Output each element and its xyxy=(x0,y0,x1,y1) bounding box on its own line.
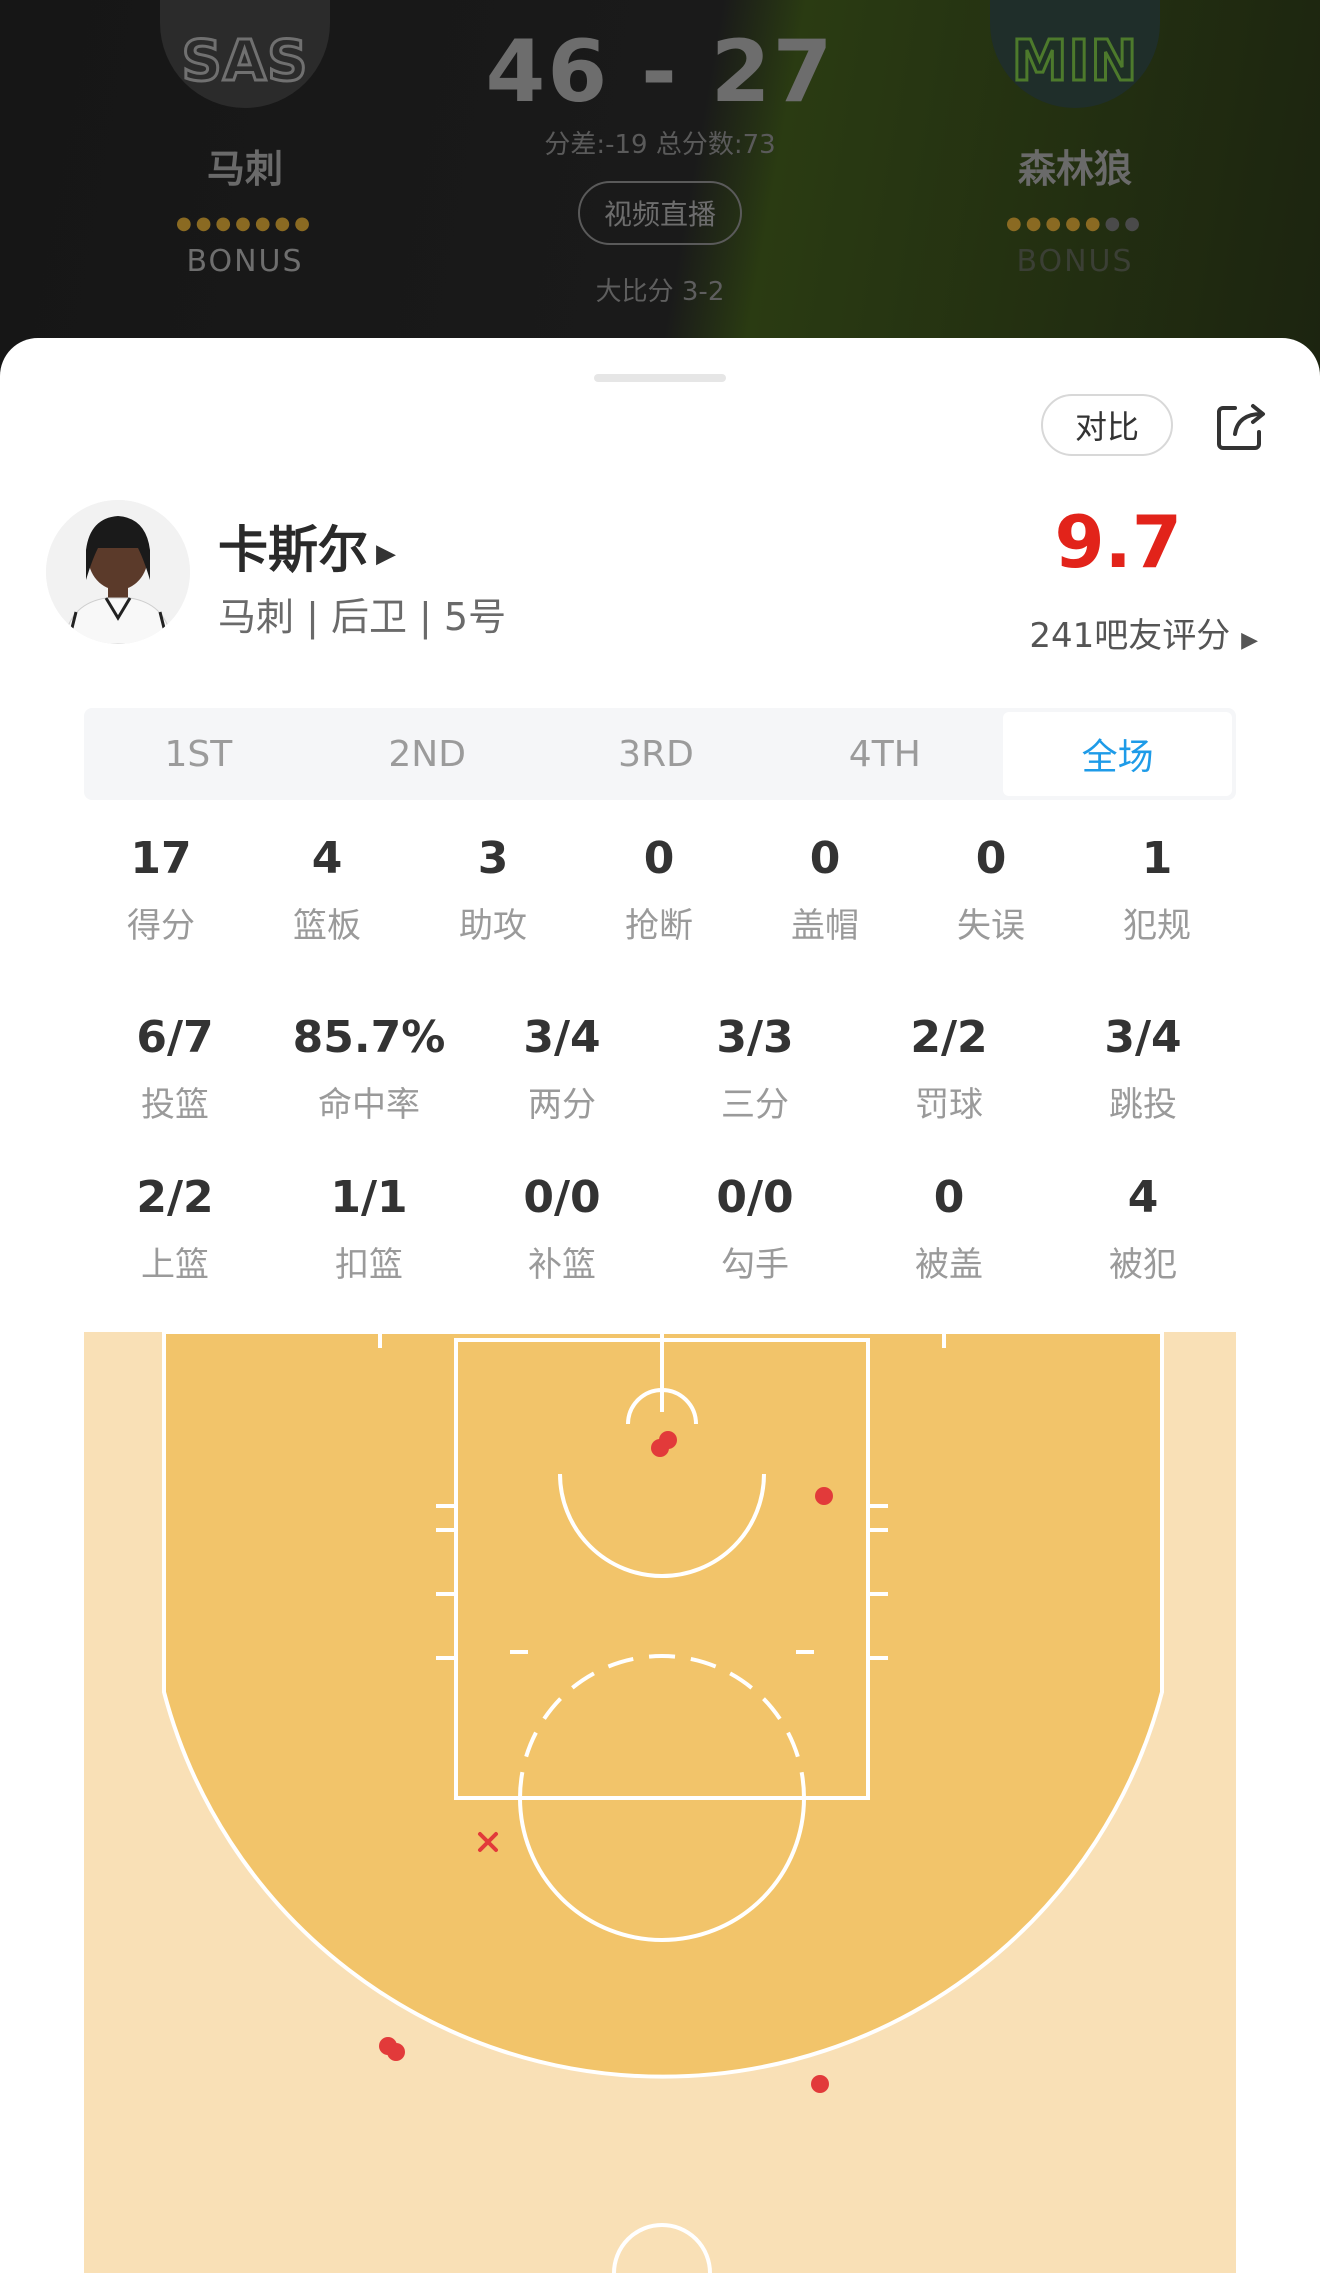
player-sheet: 对比 卡斯尔 ▶ 马刺 | 后卫 | 5号 9.7 241吧友评分 ▶ 1ST 2… xyxy=(0,338,1320,2273)
stat-2pt: 3/4 两分 xyxy=(523,1012,601,1125)
compare-button[interactable]: 对比 xyxy=(1041,394,1173,456)
stat-fg-pct: 85.7% 命中率 xyxy=(292,1012,446,1125)
shot-made xyxy=(815,1487,833,1505)
home-team[interactable]: SAS 马刺 ●●●●●●● BONUS xyxy=(95,0,395,279)
timberwolves-logo: MIN xyxy=(990,0,1160,108)
drag-handle[interactable] xyxy=(594,374,726,382)
rating-count-link[interactable]: 241吧友评分 ▶ xyxy=(1029,608,1258,657)
away-team[interactable]: MIN 森林狼 ●●●●●●● BONUS xyxy=(925,0,1225,279)
share-icon[interactable] xyxy=(1213,398,1269,454)
series-score: 大比分 3-2 xyxy=(595,277,725,307)
player-name[interactable]: 卡斯尔 ▶ xyxy=(218,510,396,582)
video-live-button[interactable]: 视频直播 xyxy=(577,181,742,245)
tab-3rd[interactable]: 3RD xyxy=(542,708,771,800)
stat-jumpers: 3/4 跳投 xyxy=(1104,1012,1182,1125)
shot-chart xyxy=(84,1332,1236,2273)
stat-turnovers: 0 失误 xyxy=(957,833,1025,946)
stat-blocked: 0 被盖 xyxy=(915,1172,983,1285)
player-rating: 9.7 xyxy=(1054,500,1182,584)
away-bonus: BONUS xyxy=(1016,244,1134,279)
stat-blocks: 0 盖帽 xyxy=(791,833,859,946)
score: 46 - 27 xyxy=(485,22,835,122)
player-info: 马刺 | 后卫 | 5号 xyxy=(218,595,507,639)
stat-assists: 3 助攻 xyxy=(459,833,527,946)
spurs-logo: SAS xyxy=(160,0,330,108)
shot-made xyxy=(811,2075,829,2093)
stat-ft: 2/2 罚球 xyxy=(910,1012,988,1125)
tab-full-game[interactable]: 全场 xyxy=(1003,712,1232,796)
stat-layups: 2/2 上篮 xyxy=(136,1172,214,1285)
stat-3pt: 3/3 三分 xyxy=(716,1012,794,1125)
away-team-name: 森林狼 xyxy=(1017,147,1132,191)
stat-dunks: 1/1 扣篮 xyxy=(330,1172,408,1285)
score-diff: 分差:-19 总分数:73 xyxy=(544,130,776,160)
score-center: 46 - 27 分差:-19 总分数:73 视频直播 大比分 3-2 xyxy=(460,0,860,308)
tab-1st[interactable]: 1ST xyxy=(84,708,313,800)
home-bonus: BONUS xyxy=(186,244,304,279)
home-team-name: 马刺 xyxy=(206,147,283,191)
home-timeout-dots: ●●●●●●● xyxy=(176,213,314,234)
stat-rebounds: 4 篮板 xyxy=(293,833,361,946)
tab-4th[interactable]: 4TH xyxy=(770,708,999,800)
shot-made xyxy=(651,1439,669,1457)
stat-fouls: 1 犯规 xyxy=(1123,833,1191,946)
stat-tipins: 0/0 补篮 xyxy=(523,1172,601,1285)
stat-hooks: 0/0 勾手 xyxy=(716,1172,794,1285)
shot-made xyxy=(387,2043,405,2061)
period-tabs: 1ST 2ND 3RD 4TH 全场 xyxy=(84,708,1236,800)
tab-2nd[interactable]: 2ND xyxy=(313,708,542,800)
stat-points: 17 得分 xyxy=(127,833,195,946)
away-timeout-dots: ●●●●●●● xyxy=(1006,213,1144,234)
stat-steals: 0 抢断 xyxy=(625,833,693,946)
player-avatar xyxy=(46,500,190,644)
stat-fouls-drawn: 4 被犯 xyxy=(1109,1172,1177,1285)
stat-fg: 6/7 投篮 xyxy=(136,1012,214,1125)
